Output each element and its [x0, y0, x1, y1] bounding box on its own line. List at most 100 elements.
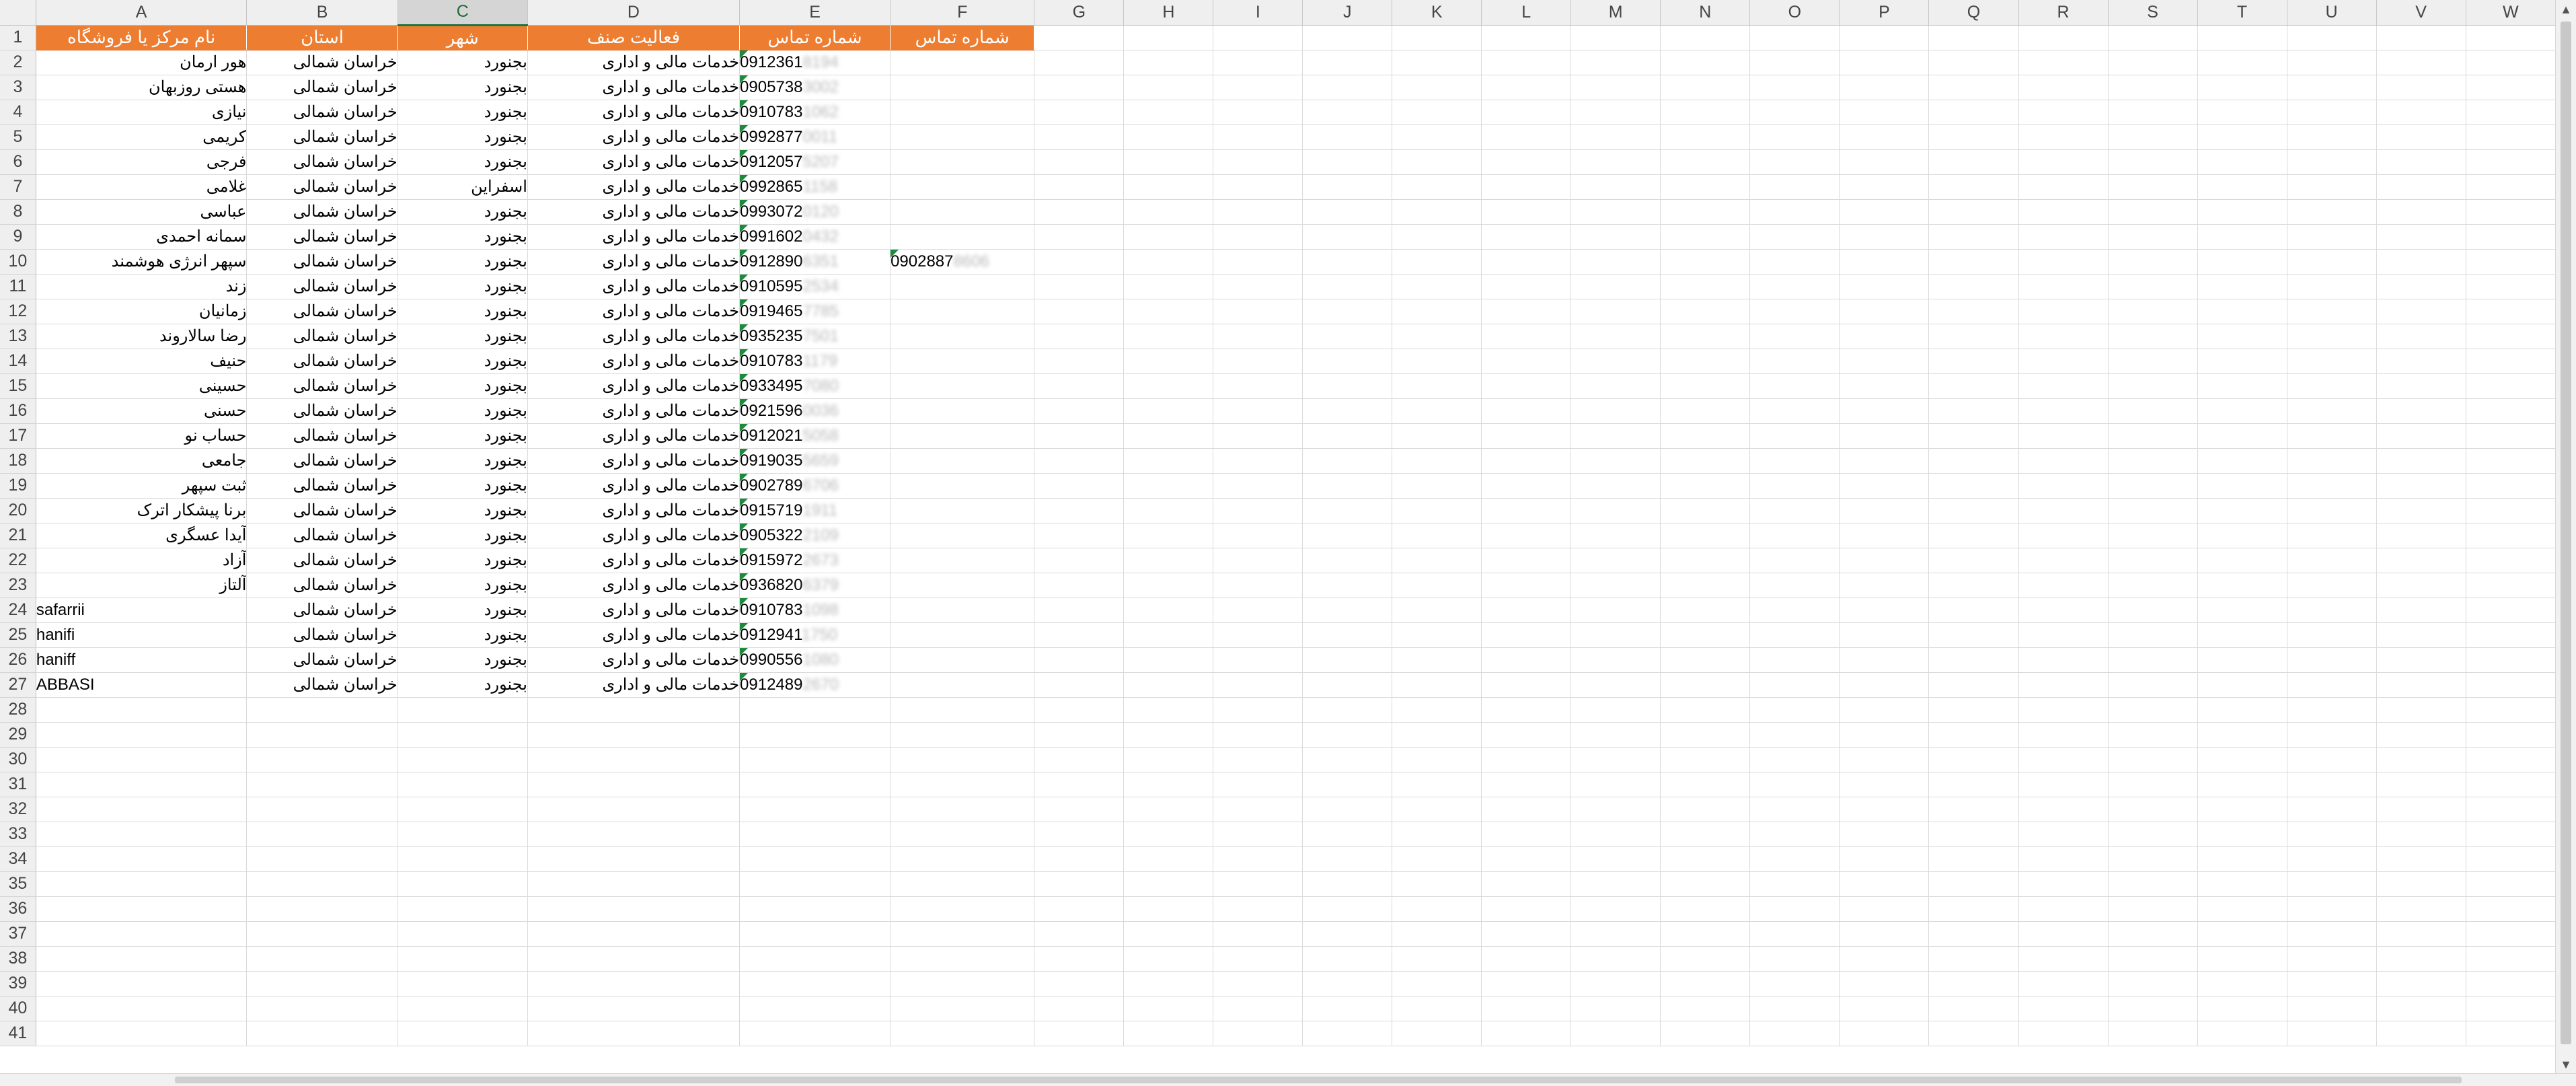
empty-cell[interactable] — [1928, 448, 2019, 474]
empty-cell[interactable] — [1034, 224, 1125, 250]
empty-cell[interactable] — [1392, 249, 1482, 275]
empty-cell[interactable] — [1928, 996, 2019, 1021]
empty-cell[interactable] — [1123, 548, 1214, 573]
empty-cell[interactable] — [890, 996, 1035, 1021]
empty-cell[interactable] — [1034, 324, 1125, 349]
empty-cell[interactable] — [1570, 398, 1661, 424]
empty-cell[interactable] — [739, 822, 891, 847]
empty-cell[interactable] — [1302, 124, 1393, 150]
empty-cell[interactable] — [1213, 324, 1303, 349]
empty-cell[interactable] — [1481, 423, 1572, 449]
empty-cell[interactable] — [2376, 1021, 2466, 1046]
store-name-cell[interactable]: حساب نو — [36, 423, 248, 449]
empty-cell[interactable] — [2018, 672, 2109, 698]
column-header-k[interactable]: K — [1392, 0, 1482, 26]
empty-cell[interactable] — [2018, 921, 2109, 947]
empty-cell[interactable] — [2197, 249, 2287, 275]
empty-cell[interactable] — [1570, 871, 1661, 897]
empty-cell[interactable] — [2197, 25, 2287, 50]
empty-cell[interactable] — [739, 1021, 891, 1046]
empty-cell[interactable] — [2018, 772, 2109, 797]
empty-cell[interactable] — [2376, 473, 2466, 499]
empty-cell[interactable] — [2108, 722, 2198, 748]
empty-cell[interactable] — [1392, 672, 1482, 698]
empty-cell[interactable] — [1034, 548, 1125, 573]
city-cell[interactable]: بجنورد — [397, 274, 528, 299]
empty-cell[interactable] — [1034, 349, 1125, 374]
empty-cell[interactable] — [1392, 946, 1482, 972]
province-cell[interactable]: خراسان شمالی — [246, 647, 398, 673]
empty-cell[interactable] — [2376, 398, 2466, 424]
empty-cell[interactable] — [1749, 349, 1840, 374]
empty-cell[interactable] — [527, 772, 741, 797]
empty-cell[interactable] — [2108, 598, 2198, 623]
empty-cell[interactable] — [1302, 349, 1393, 374]
empty-cell[interactable] — [1570, 598, 1661, 623]
empty-cell[interactable] — [739, 772, 891, 797]
city-cell[interactable]: بجنورد — [397, 398, 528, 424]
empty-cell[interactable] — [1570, 448, 1661, 474]
empty-cell[interactable] — [2287, 149, 2377, 175]
empty-cell[interactable] — [890, 747, 1035, 772]
city-cell[interactable]: بجنورد — [397, 598, 528, 623]
empty-cell[interactable] — [1481, 1021, 1572, 1046]
province-cell[interactable]: خراسان شمالی — [246, 174, 398, 200]
city-cell[interactable]: بجنورد — [397, 473, 528, 499]
empty-cell[interactable] — [1839, 598, 1930, 623]
empty-cell[interactable] — [2466, 398, 2556, 424]
store-name-cell[interactable]: آیدا عسگری — [36, 523, 248, 548]
empty-cell[interactable] — [36, 797, 248, 822]
empty-cell[interactable] — [1034, 622, 1125, 648]
empty-cell[interactable] — [739, 797, 891, 822]
empty-cell[interactable] — [1034, 398, 1125, 424]
empty-cell[interactable] — [2108, 871, 2198, 897]
row-header[interactable]: 17 — [0, 423, 36, 449]
empty-cell[interactable] — [2466, 274, 2556, 299]
province-cell[interactable]: خراسان شمالی — [246, 498, 398, 523]
phone-cell[interactable]: 09334957080 — [739, 373, 891, 399]
empty-cell[interactable] — [1749, 523, 1840, 548]
empty-cell[interactable] — [1213, 1021, 1303, 1046]
empty-cell[interactable] — [1481, 946, 1572, 972]
empty-cell[interactable] — [246, 971, 398, 997]
empty-cell[interactable] — [1660, 398, 1751, 424]
empty-cell[interactable] — [1749, 448, 1840, 474]
activity-cell[interactable]: خدمات مالی و اداری — [527, 647, 741, 673]
empty-cell[interactable] — [2108, 174, 2198, 200]
empty-cell[interactable] — [1034, 25, 1125, 50]
empty-cell[interactable] — [1749, 324, 1840, 349]
empty-cell[interactable] — [2376, 523, 2466, 548]
empty-cell[interactable] — [2197, 846, 2287, 872]
column-header-o[interactable]: O — [1749, 0, 1840, 26]
empty-cell[interactable] — [1749, 971, 1840, 997]
empty-cell[interactable] — [1570, 274, 1661, 299]
store-name-cell[interactable]: حنیف — [36, 349, 248, 374]
empty-cell[interactable] — [1213, 996, 1303, 1021]
empty-cell[interactable] — [1749, 274, 1840, 299]
empty-cell[interactable] — [1570, 672, 1661, 698]
empty-cell[interactable] — [527, 1021, 741, 1046]
empty-cell[interactable] — [1660, 647, 1751, 673]
row-header[interactable]: 7 — [0, 174, 36, 200]
city-cell[interactable]: اسفراین — [397, 174, 528, 200]
empty-cell[interactable] — [1839, 224, 1930, 250]
row-header[interactable]: 40 — [0, 996, 36, 1021]
empty-cell[interactable] — [1123, 971, 1214, 997]
empty-cell[interactable] — [2287, 423, 2377, 449]
empty-cell[interactable] — [1570, 324, 1661, 349]
empty-cell[interactable] — [1392, 274, 1482, 299]
empty-cell[interactable] — [2287, 498, 2377, 523]
empty-cell[interactable] — [1570, 199, 1661, 225]
empty-cell[interactable] — [1660, 622, 1751, 648]
phone-cell[interactable]: 09123618194 — [739, 50, 891, 75]
empty-cell[interactable] — [1213, 25, 1303, 50]
empty-cell[interactable] — [1034, 598, 1125, 623]
empty-cell[interactable] — [1123, 722, 1214, 748]
empty-cell[interactable] — [739, 722, 891, 748]
empty-cell[interactable] — [2287, 25, 2377, 50]
empty-cell[interactable] — [1481, 373, 1572, 399]
store-name-cell[interactable]: برنا پیشکار اترک — [36, 498, 248, 523]
empty-cell[interactable] — [1928, 174, 2019, 200]
phone2-cell[interactable] — [890, 224, 1035, 250]
empty-cell[interactable] — [1570, 75, 1661, 100]
